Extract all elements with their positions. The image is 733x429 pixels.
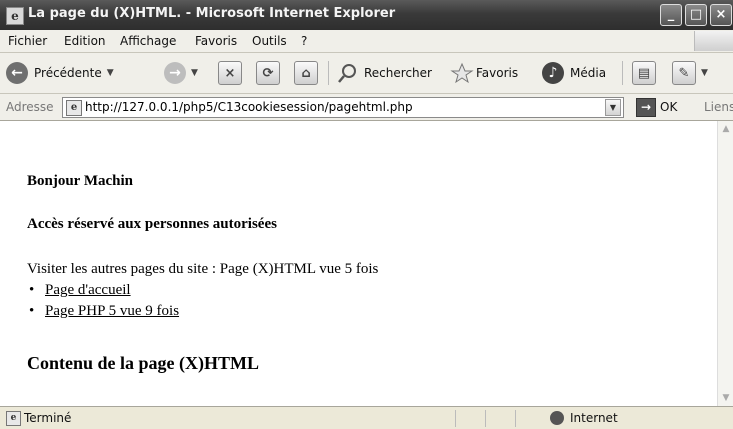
menu-edition[interactable]: Edition bbox=[64, 34, 106, 48]
search-button[interactable]: Rechercher bbox=[336, 59, 432, 87]
media-button[interactable]: ♪ Média bbox=[542, 59, 606, 87]
back-arrow-icon: ← bbox=[6, 62, 28, 84]
edit-icon: ✎ bbox=[672, 61, 696, 85]
home-icon: ⌂ bbox=[294, 61, 318, 85]
greeting-text: Bonjour Machin bbox=[27, 173, 133, 189]
status-text: Terminé bbox=[24, 411, 72, 425]
forward-button[interactable]: → ▼ bbox=[164, 59, 198, 87]
close-button[interactable]: × bbox=[710, 4, 732, 26]
visit-text: Visiter les autres pages du site : Page … bbox=[27, 261, 379, 277]
links-toolbar[interactable]: Liens bbox=[704, 100, 733, 114]
refresh-icon: ⟳ bbox=[256, 61, 280, 85]
edit-button[interactable]: ✎ ▼ bbox=[672, 59, 708, 87]
content-heading: Contenu de la page (X)HTML bbox=[27, 353, 260, 373]
scroll-down-icon[interactable]: ▼ bbox=[718, 390, 733, 406]
print-icon: ▤ bbox=[632, 61, 656, 85]
menu-outils[interactable]: Outils bbox=[252, 34, 287, 48]
vertical-scrollbar[interactable]: ▲ ▼ bbox=[717, 121, 733, 406]
status-divider bbox=[485, 410, 486, 427]
menu-fichier[interactable]: Fichier bbox=[8, 34, 47, 48]
page-done-icon: e bbox=[6, 411, 21, 426]
favorites-label: Favoris bbox=[476, 66, 519, 80]
windows-logo-icon bbox=[694, 31, 733, 51]
menu-affichage[interactable]: Affichage bbox=[120, 34, 176, 48]
address-input[interactable]: e http://127.0.0.1/php5/C13cookiesession… bbox=[62, 97, 624, 118]
stop-button[interactable]: × bbox=[218, 59, 242, 87]
menu-help[interactable]: ? bbox=[301, 34, 307, 48]
address-label: Adresse bbox=[6, 100, 54, 114]
address-dropdown-icon[interactable]: ▼ bbox=[605, 99, 621, 116]
menu-favoris[interactable]: Favoris bbox=[195, 34, 237, 48]
favorites-button[interactable]: Favoris bbox=[450, 59, 518, 87]
back-dropdown-icon[interactable]: ▼ bbox=[107, 68, 114, 78]
status-bar: e Terminé Internet bbox=[0, 406, 733, 429]
edit-dropdown-icon[interactable]: ▼ bbox=[701, 68, 708, 78]
stop-icon: × bbox=[218, 61, 242, 85]
back-button[interactable]: ← Précédente ▼ bbox=[6, 59, 114, 87]
status-divider bbox=[455, 410, 456, 427]
forward-dropdown-icon[interactable]: ▼ bbox=[191, 68, 198, 78]
toolbar-separator bbox=[328, 61, 329, 85]
restricted-heading: Accès réservé aux personnes autorisées bbox=[27, 216, 277, 232]
home-page-link[interactable]: Page d'accueil bbox=[45, 282, 131, 298]
star-icon bbox=[450, 62, 474, 84]
list-item: Page PHP 5 vue 9 fois bbox=[27, 303, 179, 324]
internet-zone-icon bbox=[550, 411, 564, 425]
print-button[interactable]: ▤ bbox=[632, 59, 656, 87]
search-icon bbox=[338, 64, 356, 83]
php-page-link[interactable]: Page PHP 5 vue 9 fois bbox=[45, 303, 179, 319]
scroll-up-icon[interactable]: ▲ bbox=[718, 121, 733, 137]
menu-bar: Fichier Edition Affichage Favoris Outils… bbox=[0, 30, 733, 53]
back-label: Précédente bbox=[34, 66, 102, 80]
page-content: Bonjour Machin Accès réservé aux personn… bbox=[0, 121, 717, 406]
address-url[interactable]: http://127.0.0.1/php5/C13cookiesession/p… bbox=[85, 100, 413, 114]
page-links-list: Page d'accueil Page PHP 5 vue 9 fois bbox=[27, 282, 179, 324]
forward-arrow-icon: → bbox=[164, 62, 186, 84]
home-button[interactable]: ⌂ bbox=[294, 59, 318, 87]
window-title: La page du (X)HTML. - Microsoft Internet… bbox=[28, 6, 396, 21]
address-bar: Adresse e http://127.0.0.1/php5/C13cooki… bbox=[0, 94, 733, 121]
ie-app-icon[interactable]: e bbox=[6, 7, 24, 25]
standard-toolbar: ← Précédente ▼ → ▼ × ⟳ ⌂ Rechercher Favo… bbox=[0, 53, 733, 94]
minimize-button[interactable]: _ bbox=[660, 4, 682, 26]
title-bar: e La page du (X)HTML. - Microsoft Intern… bbox=[0, 0, 733, 30]
media-icon: ♪ bbox=[542, 62, 564, 84]
toolbar-separator bbox=[622, 61, 623, 85]
maximize-button[interactable]: □ bbox=[685, 4, 707, 26]
zone-text: Internet bbox=[570, 411, 618, 425]
list-item: Page d'accueil bbox=[27, 282, 179, 303]
status-divider bbox=[515, 410, 516, 427]
media-label: Média bbox=[570, 66, 607, 80]
page-icon: e bbox=[66, 100, 82, 116]
go-arrow-icon[interactable]: → bbox=[636, 98, 656, 117]
refresh-button[interactable]: ⟳ bbox=[256, 59, 280, 87]
browser-window: e La page du (X)HTML. - Microsoft Intern… bbox=[0, 0, 733, 429]
search-label: Rechercher bbox=[364, 66, 432, 80]
go-button[interactable]: OK bbox=[660, 100, 677, 114]
